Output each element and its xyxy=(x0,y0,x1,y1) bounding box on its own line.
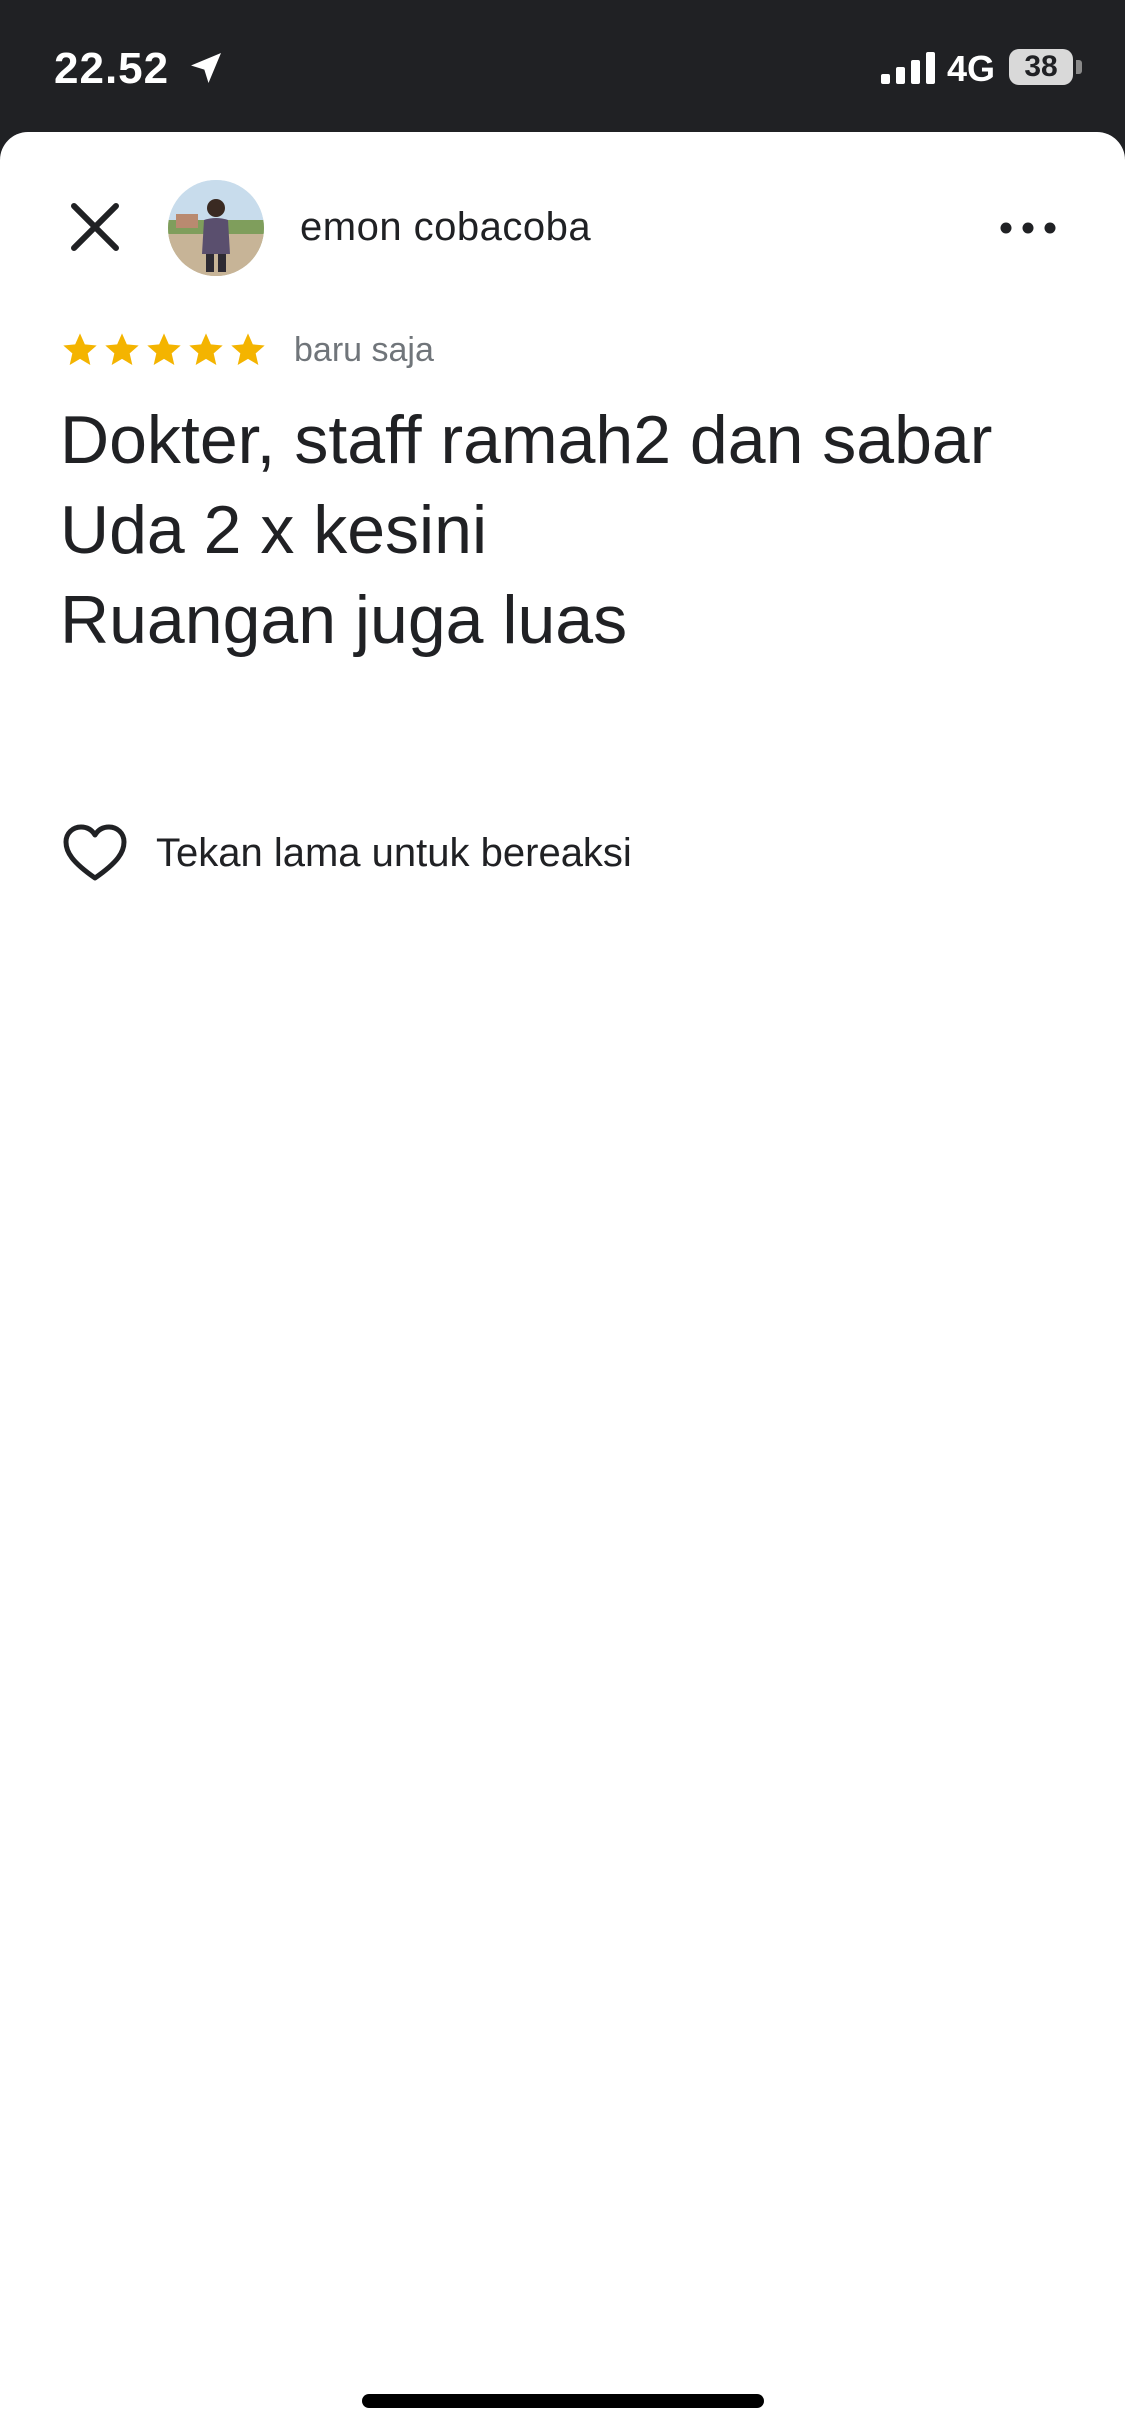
author-name[interactable]: emon cobacoba xyxy=(300,205,591,250)
status-bar: 22.52 4G 38 xyxy=(0,0,1125,132)
star-rating xyxy=(60,330,268,370)
star-icon xyxy=(189,333,223,365)
location-arrow-icon xyxy=(191,53,221,83)
rating-row: baru saja xyxy=(60,328,434,372)
star-icon xyxy=(147,333,181,365)
more-options-icon[interactable] xyxy=(996,196,1060,260)
signal-bars-icon xyxy=(881,52,935,84)
status-time: 22.52 xyxy=(54,44,170,93)
react-hint-label: Tekan lama untuk bereaksi xyxy=(156,830,632,875)
battery-nub xyxy=(1076,60,1082,74)
react-button[interactable]: Tekan lama untuk bereaksi xyxy=(60,818,632,888)
close-icon[interactable] xyxy=(60,192,130,262)
network-type: 4G xyxy=(947,48,996,89)
star-icon xyxy=(231,333,265,365)
home-indicator[interactable] xyxy=(362,2394,764,2408)
avatar-photo xyxy=(168,180,264,276)
review-text: Dokter, staff ramah2 dan sabar Uda 2 x k… xyxy=(60,402,993,658)
avatar[interactable] xyxy=(168,180,264,276)
heart-icon xyxy=(63,824,127,881)
star-icon xyxy=(63,333,97,365)
review-timestamp: baru saja xyxy=(294,330,434,369)
star-icon xyxy=(105,333,139,365)
battery-icon: 38 xyxy=(1009,49,1073,85)
